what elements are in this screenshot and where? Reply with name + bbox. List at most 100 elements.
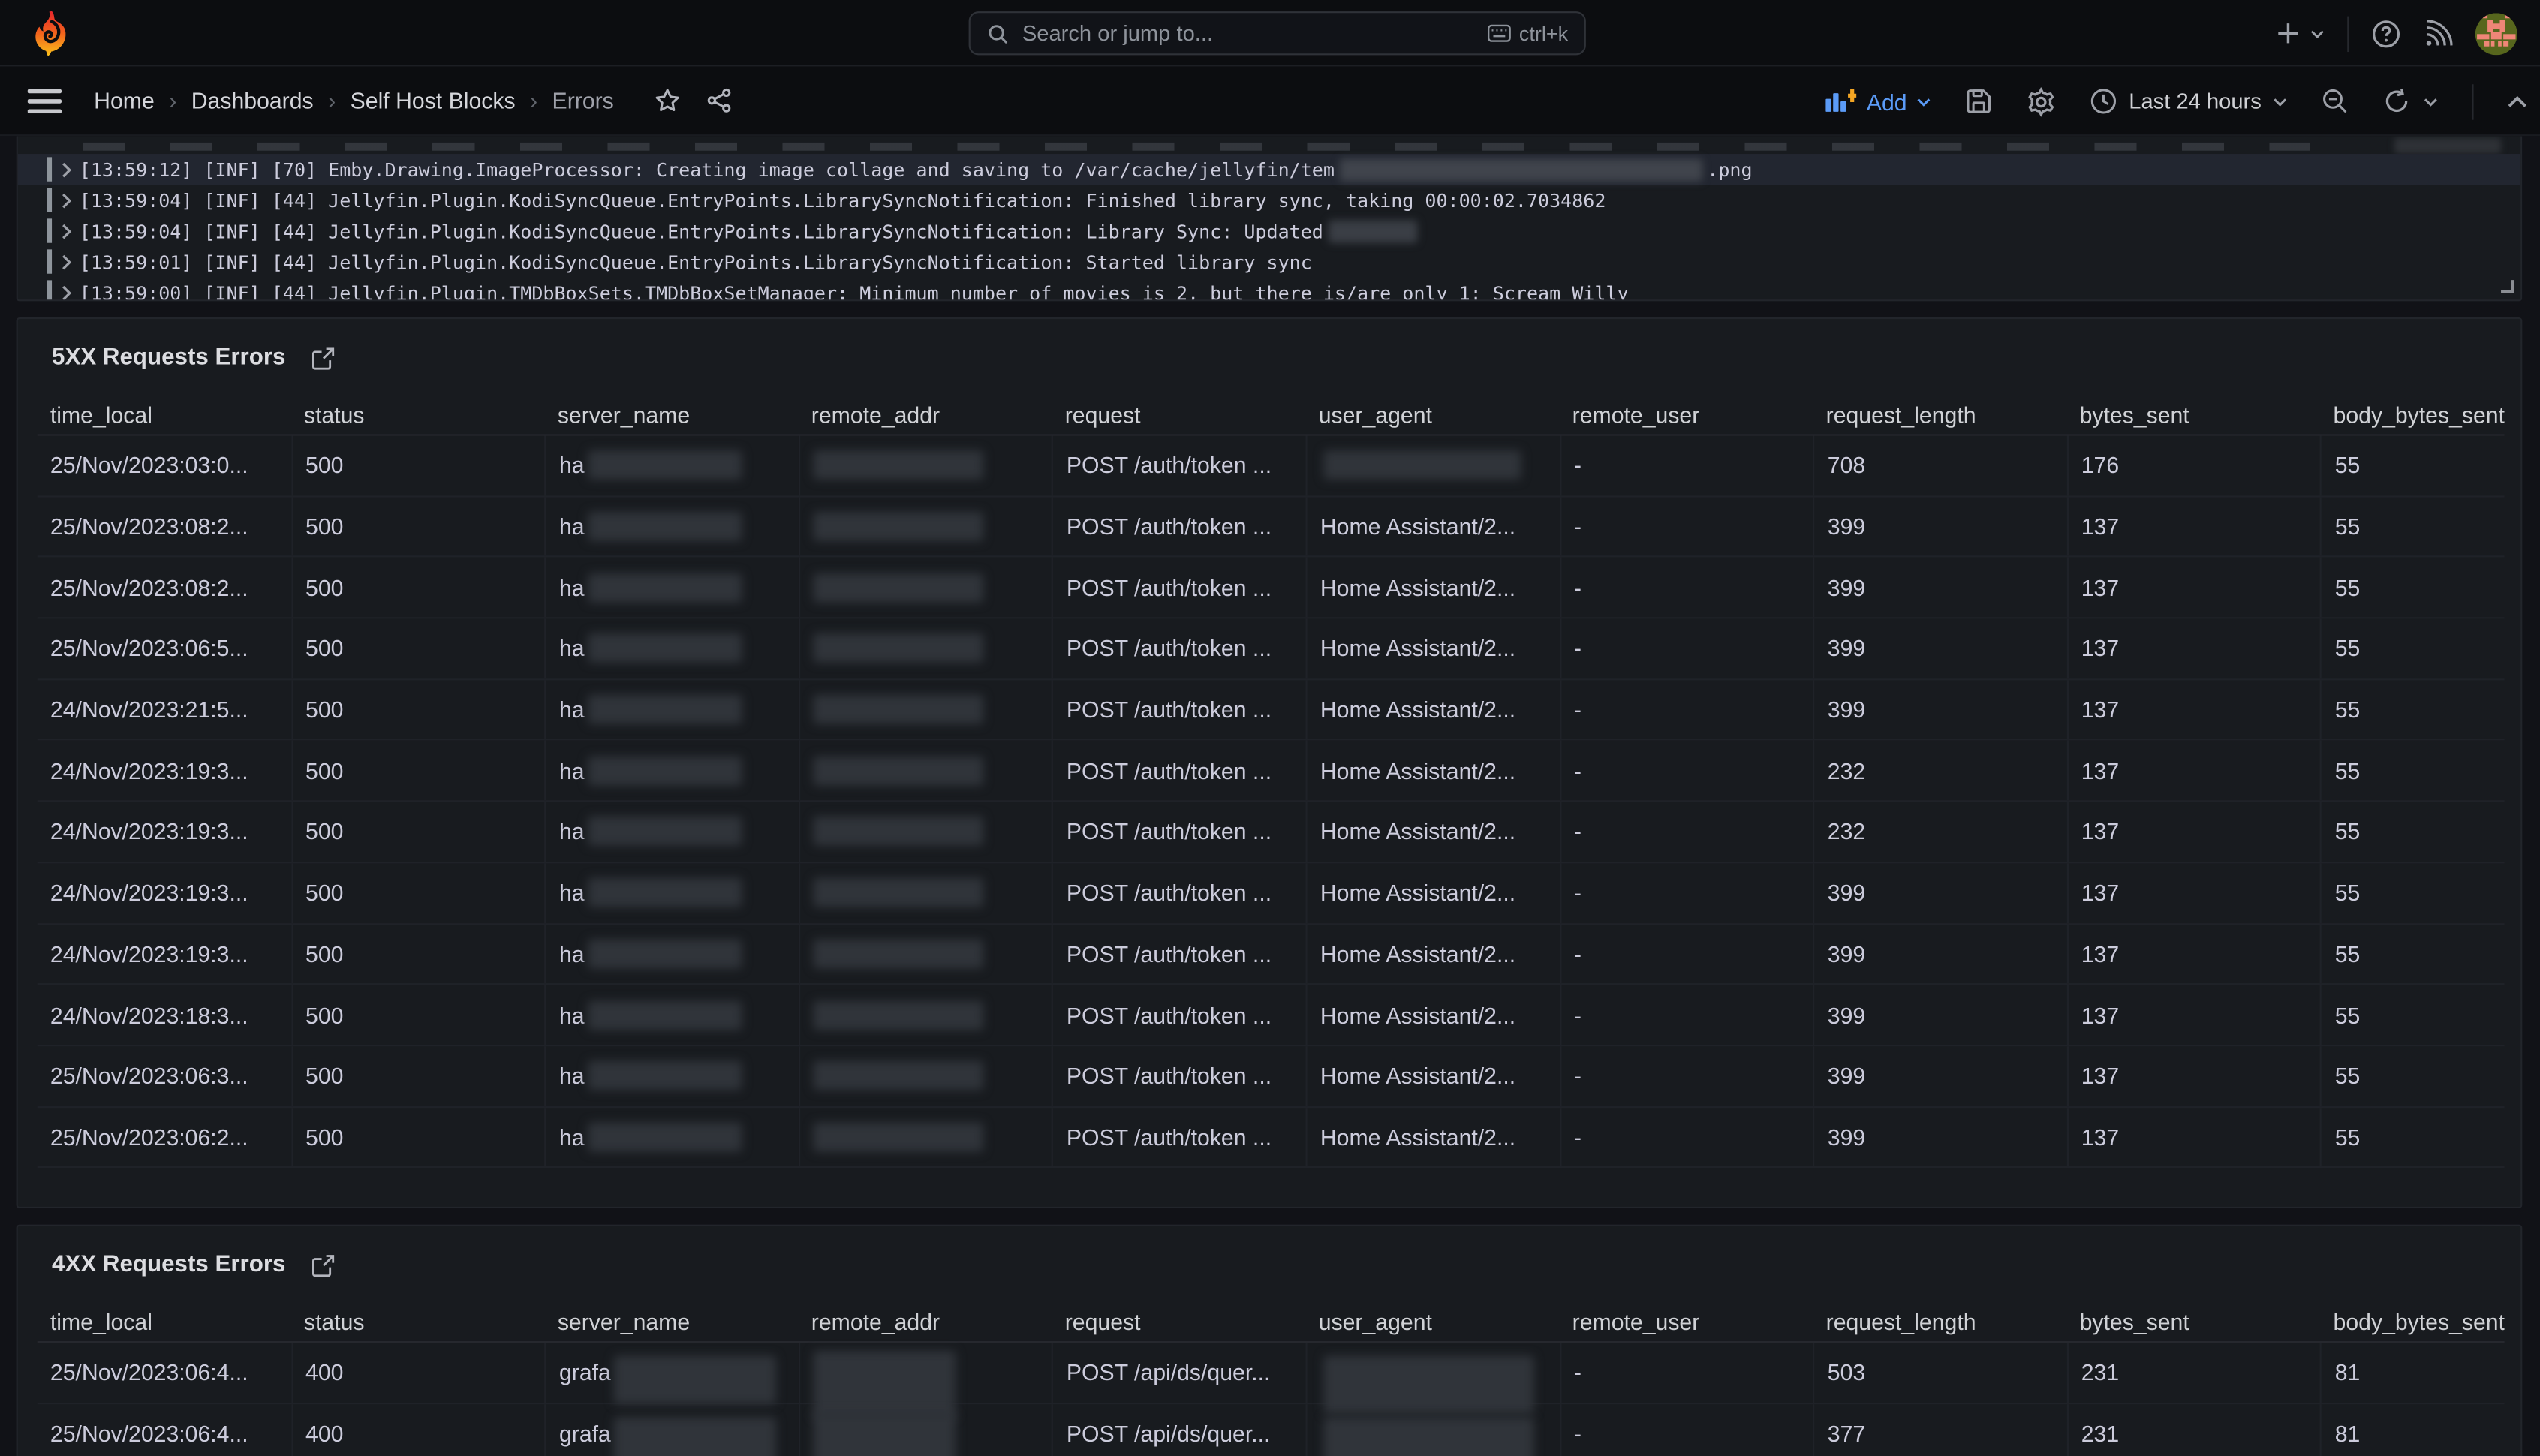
refresh-interval-button[interactable] [2424,96,2438,106]
cell-request: POST /auth/token ... [1052,497,1305,556]
column-header[interactable]: request_length [1813,1308,2066,1334]
table-row[interactable]: 24/Nov/2023:19:3... 500 ha POST /auth/to… [38,741,2505,802]
column-header[interactable]: remote_user [1559,1308,1813,1334]
column-header[interactable]: remote_user [1559,401,1813,427]
column-header[interactable]: body_bytes_sent [2320,401,2504,427]
column-header[interactable]: user_agent [1305,401,1559,427]
favorite-star-button[interactable] [655,88,681,114]
cell-body-bytes-sent: 55 [2320,1107,2504,1166]
zoom-out-time-button[interactable] [2322,88,2349,116]
cell-request-length: 399 [1813,924,2066,983]
panel-header[interactable]: 5XX Requests Errors [18,319,2520,393]
table-row[interactable]: 24/Nov/2023:21:5... 500 ha POST /auth/to… [38,680,2505,741]
redaction-blur [1323,1417,1534,1456]
breadcrumb-home[interactable]: Home [94,88,155,114]
breadcrumb-dashboards[interactable]: Dashboards [191,88,314,114]
table-row[interactable]: 25/Nov/2023:06:5... 500 ha POST /auth/to… [38,619,2505,680]
log-row[interactable]: [13:59:01] [INF] [44] Jellyfin.Plugin.Ko… [18,247,2520,278]
log-level-bar [47,188,52,212]
column-header[interactable]: remote_addr [799,401,1052,427]
column-header[interactable]: remote_addr [799,1308,1052,1334]
table-5xx: time_localstatusserver_nameremote_addrre… [38,393,2505,1168]
panel-title[interactable]: 4XX Requests Errors [52,1252,285,1278]
cell-remote-addr [799,1046,1052,1106]
log-row[interactable]: [13:59:04] [INF] [44] Jellyfin.Plugin.Ko… [18,215,2520,246]
magnifier-minus-icon [2322,88,2349,116]
chevron-right-icon: › [169,88,176,114]
column-header[interactable]: server_name [545,401,799,427]
cell-server-name: ha [545,985,799,1045]
panel-resize-corner[interactable] [2499,278,2514,293]
dashboard-settings-button[interactable] [2027,86,2056,116]
cell-status: 500 [291,741,545,800]
external-link-icon[interactable] [311,346,336,370]
column-header[interactable]: time_local [38,1308,291,1334]
grafana-logo-icon[interactable] [31,9,73,56]
expand-chevron-icon[interactable] [62,223,71,239]
add-panel-button[interactable]: Add [1826,89,1931,115]
column-header[interactable]: request [1052,401,1305,427]
column-header[interactable]: server_name [545,1308,799,1334]
log-text: [13:59:01] [INF] [44] Jellyfin.Plugin.Ko… [80,251,1312,273]
help-button[interactable] [2372,19,2401,48]
cell-request-length: 399 [1813,1107,2066,1166]
table-row[interactable]: 25/Nov/2023:03:0... 500 ha POST /auth/to… [38,436,2505,497]
column-header[interactable]: request_length [1813,401,2066,427]
external-link-icon[interactable] [311,1253,336,1277]
table-row[interactable]: 24/Nov/2023:19:3... 500 ha POST /auth/to… [38,802,2505,863]
menu-hamburger-icon[interactable] [28,89,62,113]
search-input[interactable]: Search or jump to... ctrl+k [969,11,1586,55]
expand-chevron-icon[interactable] [62,161,71,178]
log-row[interactable]: [13:59:12] [INF] [70] Emby.Drawing.Image… [18,154,2520,185]
cell-user-agent: Home Assistant/2... [1305,863,1559,922]
log-row[interactable]: [13:59:04] [INF] [44] Jellyfin.Plugin.Ko… [18,185,2520,215]
cell-bytes-sent: 137 [2066,863,2320,922]
table-row[interactable]: 25/Nov/2023:06:4... 400 grafa POST /api/… [38,1343,2505,1403]
column-header[interactable]: status [291,1308,545,1334]
table-row[interactable]: 25/Nov/2023:06:4... 400 grafa POST /api/… [38,1403,2505,1456]
toolbar-right-actions: Add Last 24 hours [1826,66,2527,136]
breadcrumb-folder[interactable]: Self Host Blocks [351,88,516,114]
cell-request-length: 399 [1813,680,2066,739]
refresh-button[interactable] [2383,88,2411,116]
user-avatar[interactable] [2475,12,2517,54]
collapse-toolbar-button[interactable] [2508,95,2527,107]
panel-title[interactable]: 5XX Requests Errors [52,345,285,372]
cell-request: POST /auth/token ... [1052,741,1305,800]
table-row[interactable]: 25/Nov/2023:08:2... 500 ha POST /auth/to… [38,497,2505,558]
table-row[interactable]: 24/Nov/2023:18:3... 500 ha POST /auth/to… [38,985,2505,1046]
rss-icon [2424,19,2453,48]
expand-chevron-icon[interactable] [62,254,71,270]
column-header[interactable]: body_bytes_sent [2320,1308,2504,1334]
table-row[interactable]: 25/Nov/2023:06:3... 500 ha POST /auth/to… [38,1046,2505,1107]
news-rss-button[interactable] [2424,19,2453,48]
expand-chevron-icon[interactable] [62,192,71,209]
table-row[interactable]: 25/Nov/2023:06:2... 500 ha POST /auth/to… [38,1107,2505,1168]
cell-body-bytes-sent: 55 [2320,558,2504,617]
cell-body-bytes-sent: 55 [2320,497,2504,556]
column-header[interactable]: time_local [38,401,291,427]
panel-header[interactable]: 4XX Requests Errors [18,1226,2520,1301]
cell-user-agent: Home Assistant/2... [1305,741,1559,800]
redaction-blur [588,939,742,968]
cell-bytes-sent: 231 [2066,1403,2320,1456]
chevron-down-icon [2273,96,2287,106]
log-row[interactable]: [13:59:00] [INF] [44] Jellyfin.Plugin.TM… [18,278,2520,302]
cell-bytes-sent: 231 [2066,1343,2320,1402]
column-header[interactable]: request [1052,1308,1305,1334]
column-header[interactable]: bytes_sent [2066,1308,2320,1334]
table-row[interactable]: 24/Nov/2023:19:3... 500 ha POST /auth/to… [38,924,2505,985]
time-range-picker[interactable]: Last 24 hours [2090,88,2287,116]
share-button[interactable] [706,88,733,114]
new-plus-button[interactable] [2276,21,2325,45]
column-header[interactable]: bytes_sent [2066,401,2320,427]
table-row[interactable]: 24/Nov/2023:19:3... 500 ha POST /auth/to… [38,863,2505,924]
cell-user-agent [1305,436,1559,495]
column-header[interactable]: status [291,401,545,427]
expand-chevron-icon[interactable] [62,285,71,302]
table-header-row: time_localstatusserver_nameremote_addrre… [38,393,2505,435]
save-dashboard-button[interactable] [1965,88,1993,116]
column-header[interactable]: user_agent [1305,1308,1559,1334]
redaction-blur [588,573,742,602]
table-row[interactable]: 25/Nov/2023:08:2... 500 ha POST /auth/to… [38,558,2505,618]
